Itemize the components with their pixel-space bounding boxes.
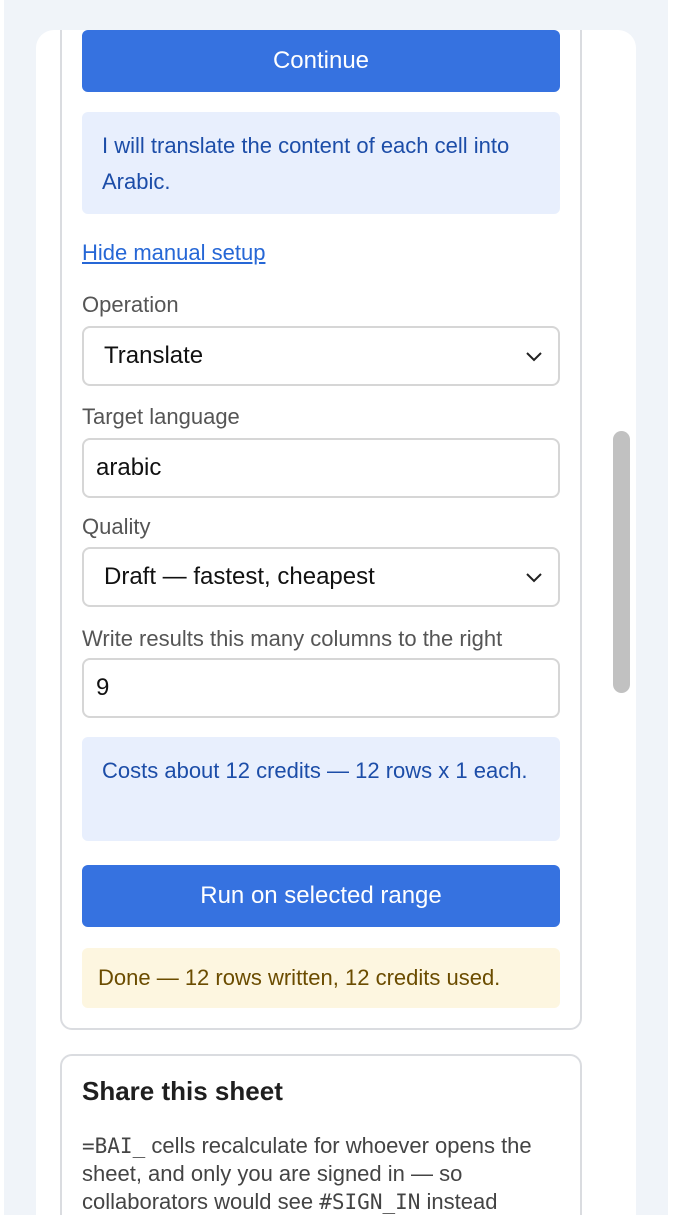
operation-label: Operation bbox=[82, 292, 179, 317]
sign-in-error-code: #SIGN_IN bbox=[319, 1190, 421, 1214]
target-language-value: arabic bbox=[96, 454, 162, 481]
share-sheet-card: Share this sheet =BAI_ cells recalculate… bbox=[60, 1054, 582, 1215]
column-offset-input[interactable]: 9 bbox=[82, 658, 560, 718]
column-offset-value: 9 bbox=[96, 674, 110, 701]
bai-formula-code: =BAI_ bbox=[82, 1134, 146, 1158]
quality-value: Draft — fastest, cheapest bbox=[104, 563, 375, 590]
operation-value: Translate bbox=[104, 342, 204, 369]
quality-select[interactable]: Draft — fastest, cheapest bbox=[82, 547, 560, 607]
share-title: Share this sheet bbox=[82, 1076, 283, 1106]
column-offset-label: Write results this many columns to the r… bbox=[82, 626, 503, 651]
info-message: I will translate the content of each cel… bbox=[82, 112, 560, 214]
share-description: =BAI_ cells recalculate for whoever open… bbox=[82, 1132, 562, 1215]
chevron-down-icon bbox=[526, 352, 542, 362]
operation-select[interactable]: Translate bbox=[82, 326, 560, 386]
target-language-input[interactable]: arabic bbox=[82, 438, 560, 498]
chevron-down-icon bbox=[526, 573, 542, 583]
hide-manual-setup-link[interactable]: Hide manual setup bbox=[82, 240, 265, 266]
share-description-text-2: instead bbox=[420, 1189, 498, 1214]
scrollbar-thumb[interactable] bbox=[613, 431, 630, 693]
done-status-message: Done — 12 rows written, 12 credits used. bbox=[82, 948, 560, 1008]
sidebar-panel: Continue I will translate the content of… bbox=[36, 30, 636, 1215]
cost-estimate: Costs about 12 credits — 12 rows x 1 eac… bbox=[82, 737, 560, 841]
continue-button[interactable]: Continue bbox=[82, 30, 560, 92]
run-on-selected-range-button[interactable]: Run on selected range bbox=[82, 865, 560, 927]
quality-label: Quality bbox=[82, 514, 151, 539]
target-language-label: Target language bbox=[82, 404, 240, 429]
